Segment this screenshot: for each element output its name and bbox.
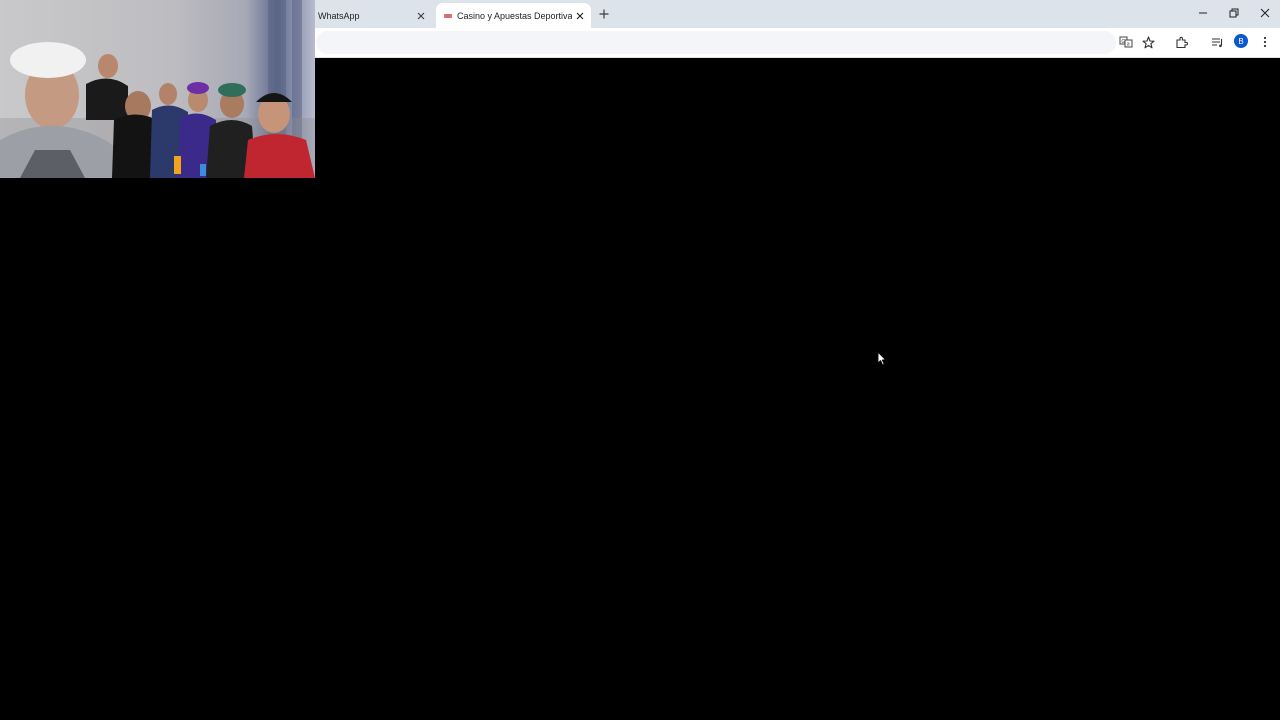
tab-whatsapp[interactable]: WhatsApp bbox=[316, 3, 432, 28]
puzzle-icon[interactable] bbox=[1172, 33, 1190, 51]
svg-text:a: a bbox=[1127, 42, 1130, 48]
close-icon[interactable] bbox=[413, 8, 429, 24]
svg-text:G: G bbox=[1121, 39, 1125, 45]
star-icon[interactable] bbox=[1139, 33, 1157, 51]
webcam-overlay bbox=[0, 0, 315, 178]
tab-title: Casino y Apuestas Deportivas B bbox=[457, 10, 572, 21]
tab-casino[interactable]: Casino y Apuestas Deportivas B bbox=[436, 3, 591, 28]
favicon-icon bbox=[444, 13, 452, 18]
mouse-cursor bbox=[877, 351, 887, 366]
tab-title: WhatsApp bbox=[318, 10, 360, 21]
close-icon[interactable] bbox=[572, 8, 588, 24]
browser-window: WhatsApp Casino y Apuestas Deportivas B bbox=[0, 0, 1280, 720]
address-bar[interactable] bbox=[316, 31, 1116, 54]
media-control-icon[interactable] bbox=[1208, 33, 1226, 51]
plus-icon[interactable] bbox=[596, 6, 612, 22]
kebab-menu-icon[interactable] bbox=[1256, 33, 1274, 51]
close-icon[interactable] bbox=[1250, 0, 1280, 26]
translate-icon[interactable]: Ga bbox=[1117, 33, 1135, 51]
profile-avatar[interactable]: B bbox=[1234, 34, 1248, 48]
restore-icon[interactable] bbox=[1219, 0, 1249, 26]
minimize-icon[interactable] bbox=[1188, 0, 1218, 26]
